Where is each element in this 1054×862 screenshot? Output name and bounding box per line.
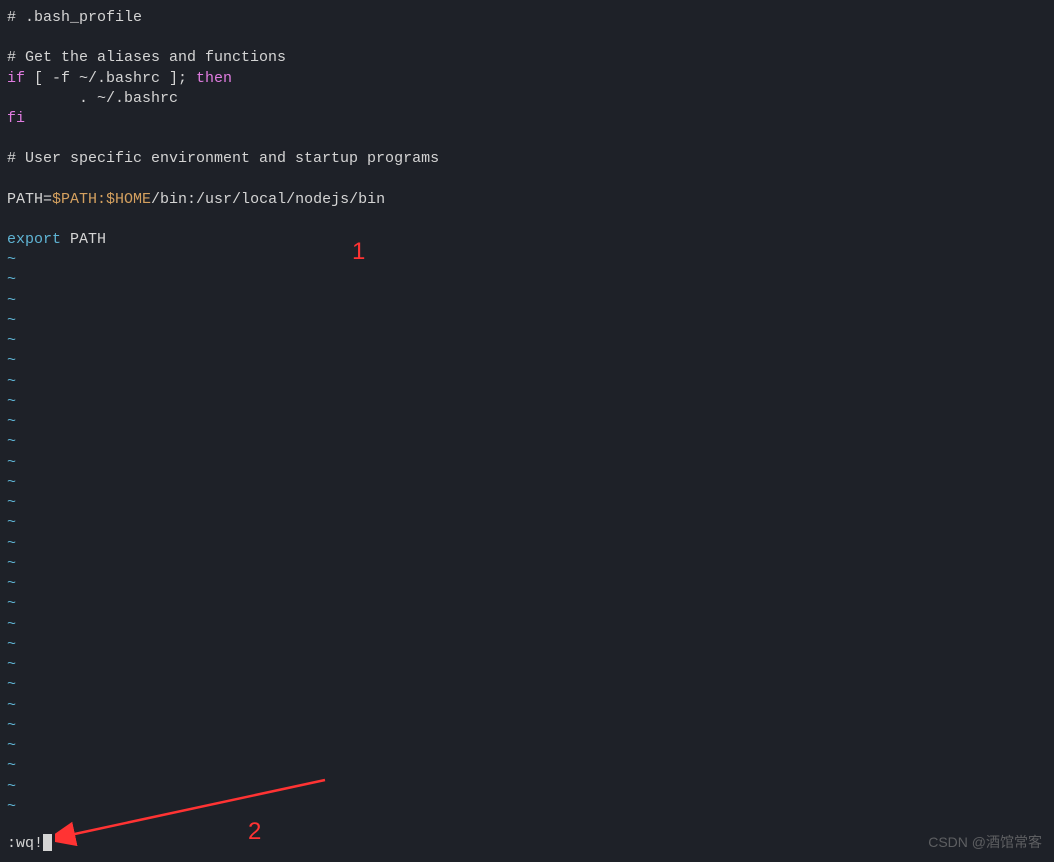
empty-line-tilde: ~ — [7, 655, 1047, 675]
watermark-text: CSDN @酒馆常客 — [928, 833, 1042, 852]
empty-line-tilde: ~ — [7, 311, 1047, 331]
annotation-label-2: 2 — [248, 816, 261, 848]
empty-line-tilde: ~ — [7, 574, 1047, 594]
path-vars: $PATH:$HOME — [52, 191, 151, 208]
empty-line-tilde: ~ — [7, 635, 1047, 655]
keyword-then: then — [196, 70, 232, 87]
empty-line-tilde: ~ — [7, 412, 1047, 432]
empty-line-markers: ~~~~~~~~~~~~~~~~~~~~~~~~~~~~ — [7, 250, 1047, 817]
export-statement: export PATH — [7, 230, 1047, 250]
file-comment: # User specific environment and startup … — [7, 149, 1047, 169]
annotation-label-1: 1 — [352, 236, 365, 268]
blank-line — [7, 210, 1047, 230]
empty-line-tilde: ~ — [7, 513, 1047, 533]
keyword-fi: fi — [7, 109, 1047, 129]
source-line: . ~/.bashrc — [7, 89, 1047, 109]
empty-line-tilde: ~ — [7, 392, 1047, 412]
empty-line-tilde: ~ — [7, 696, 1047, 716]
path-assignment: PATH=$PATH:$HOME/bin:/usr/local/nodejs/b… — [7, 190, 1047, 210]
empty-line-tilde: ~ — [7, 493, 1047, 513]
keyword-export: export — [7, 231, 61, 248]
empty-line-tilde: ~ — [7, 351, 1047, 371]
empty-line-tilde: ~ — [7, 291, 1047, 311]
export-var: PATH — [61, 231, 106, 248]
empty-line-tilde: ~ — [7, 554, 1047, 574]
file-comment: # Get the aliases and functions — [7, 48, 1047, 68]
empty-line-tilde: ~ — [7, 432, 1047, 452]
vim-command-text: :wq! — [7, 835, 43, 852]
file-comment: # .bash_profile — [7, 8, 1047, 28]
condition-text: [ -f ~/.bashrc ]; — [25, 70, 196, 87]
path-suffix: /bin:/usr/local/nodejs/bin — [151, 191, 385, 208]
empty-line-tilde: ~ — [7, 756, 1047, 776]
empty-line-tilde: ~ — [7, 473, 1047, 493]
empty-line-tilde: ~ — [7, 594, 1047, 614]
empty-line-tilde: ~ — [7, 372, 1047, 392]
empty-line-tilde: ~ — [7, 797, 1047, 817]
vim-command-line[interactable]: :wq! — [7, 834, 1047, 854]
terminal-editor[interactable]: # .bash_profile # Get the aliases and fu… — [0, 0, 1054, 862]
if-statement: if [ -f ~/.bashrc ]; then — [7, 69, 1047, 89]
empty-line-tilde: ~ — [7, 777, 1047, 797]
blank-line — [7, 170, 1047, 190]
path-prefix: PATH= — [7, 191, 52, 208]
empty-line-tilde: ~ — [7, 675, 1047, 695]
empty-line-tilde: ~ — [7, 615, 1047, 635]
cursor-icon — [43, 834, 52, 851]
blank-line — [7, 129, 1047, 149]
empty-line-tilde: ~ — [7, 270, 1047, 290]
empty-line-tilde: ~ — [7, 736, 1047, 756]
empty-line-tilde: ~ — [7, 250, 1047, 270]
empty-line-tilde: ~ — [7, 331, 1047, 351]
blank-line — [7, 28, 1047, 48]
empty-line-tilde: ~ — [7, 534, 1047, 554]
keyword-if: if — [7, 70, 25, 87]
empty-line-tilde: ~ — [7, 453, 1047, 473]
empty-line-tilde: ~ — [7, 716, 1047, 736]
